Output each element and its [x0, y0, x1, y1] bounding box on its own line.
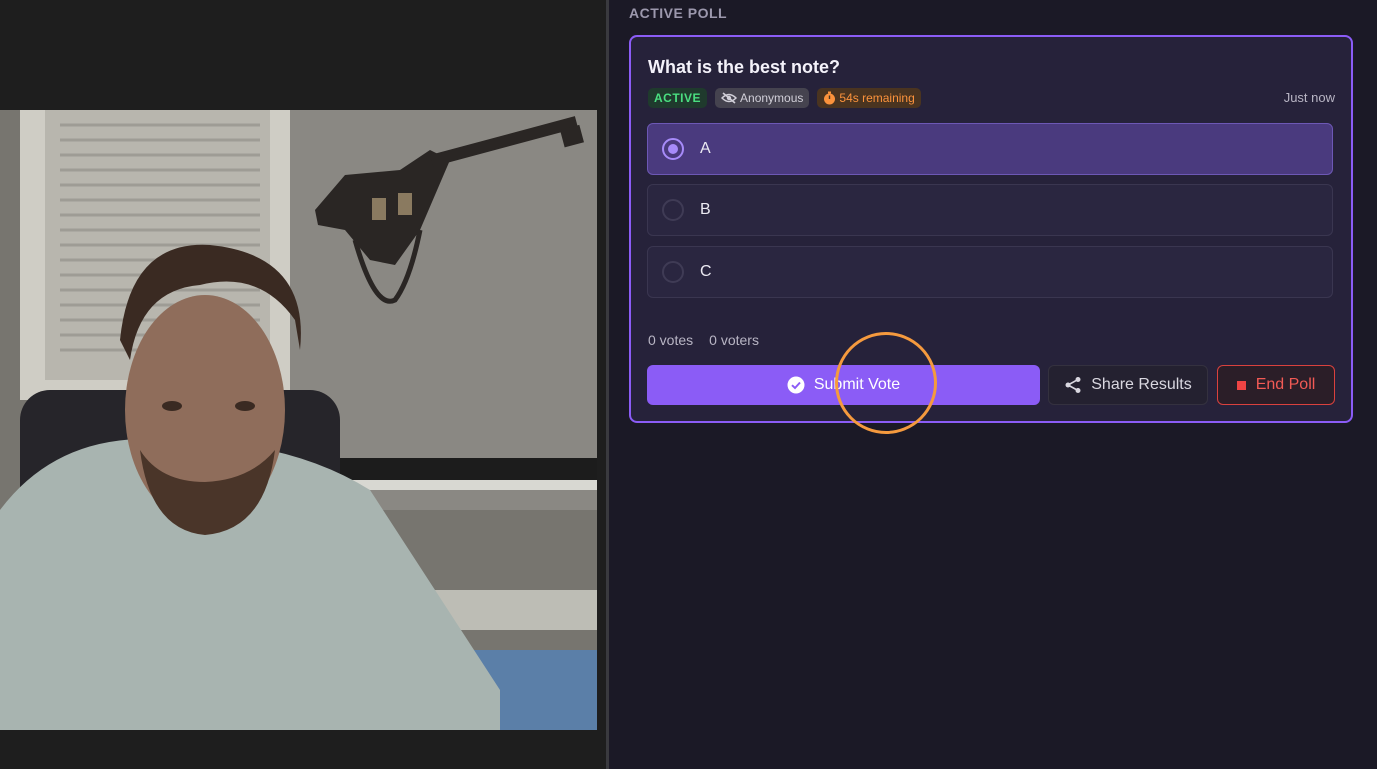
poll-option-a[interactable]: A	[647, 123, 1333, 175]
radio-button[interactable]	[662, 199, 684, 221]
end-poll-button[interactable]: End Poll	[1217, 365, 1335, 405]
share-icon	[1065, 377, 1081, 393]
submit-vote-label: Submit Vote	[813, 376, 901, 393]
stopwatch-icon	[824, 91, 836, 105]
voter-count: 0 voters	[709, 332, 759, 348]
anonymous-badge: Anonymous	[715, 88, 810, 108]
poll-option-c[interactable]: C	[647, 246, 1333, 298]
radio-dot	[668, 144, 678, 154]
webcam-video	[0, 110, 597, 730]
option-label: C	[700, 263, 712, 280]
poll-option-b[interactable]: B	[647, 184, 1333, 236]
end-poll-label: End Poll	[1255, 376, 1316, 393]
check-circle-icon	[787, 376, 805, 394]
stop-icon	[1236, 380, 1246, 390]
poll-card: What is the best note? ACTIVE Anonymous	[629, 35, 1353, 423]
poll-timestamp: Just now	[1283, 90, 1335, 105]
anonymous-label: Anonymous	[740, 91, 804, 105]
eye-off-icon	[721, 92, 738, 104]
timer-label: 54s remaining	[839, 91, 915, 105]
submit-vote-button[interactable]: Submit Vote	[647, 365, 1040, 405]
radio-button[interactable]	[662, 261, 684, 283]
poll-question: What is the best note?	[648, 57, 841, 77]
share-results-button[interactable]: Share Results	[1048, 365, 1208, 405]
share-results-label: Share Results	[1091, 376, 1192, 393]
vote-count: 0 votes	[648, 332, 694, 348]
status-badge: ACTIVE	[648, 88, 708, 108]
option-label: B	[700, 201, 711, 218]
poll-badges: ACTIVE Anonymous 54s remaining	[648, 88, 921, 108]
option-label: A	[700, 140, 711, 157]
video-pane	[0, 0, 606, 769]
radio-button-selected[interactable]	[662, 138, 684, 160]
poll-stats: 0 votes 0 voters	[648, 332, 759, 348]
section-title: ACTIVE POLL	[629, 5, 728, 21]
timer-badge: 54s remaining	[817, 88, 921, 108]
app-window: ACTIVE POLL What is the best note? ACTIV…	[0, 0, 1377, 769]
poll-panel: ACTIVE POLL What is the best note? ACTIV…	[609, 0, 1377, 769]
webcam-feed-image	[0, 110, 597, 730]
